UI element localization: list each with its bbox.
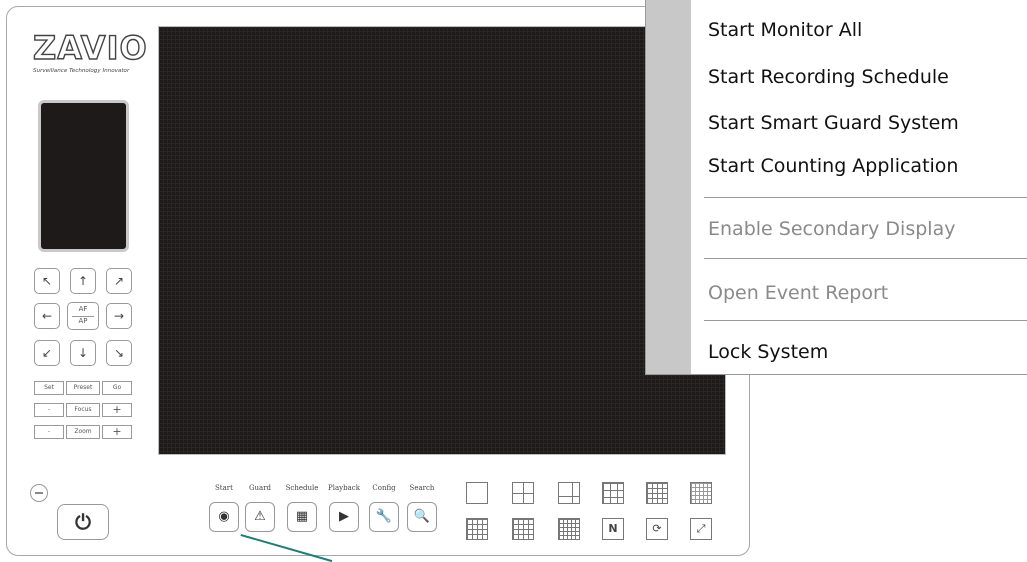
start-button[interactable]: ◉: [209, 502, 239, 532]
menu-icon-strip: [646, 0, 691, 374]
preset-go-button[interactable]: Go: [102, 381, 132, 395]
play-icon: ▶: [339, 509, 349, 524]
menu-item-enable-secondary-display: Enable Secondary Display: [708, 218, 956, 240]
focus-minus-button[interactable]: -: [34, 403, 64, 417]
af-label: AF: [78, 305, 88, 313]
schedule-label: Schedule: [285, 484, 319, 492]
playback-label: Playback: [328, 484, 360, 492]
wrench-icon: 🔧: [375, 509, 393, 524]
start-context-menu: Start Monitor All Start Recording Schedu…: [645, 0, 1027, 375]
layout-9-button[interactable]: [602, 482, 624, 504]
menu-separator: [704, 197, 1027, 198]
ptz-up-button[interactable]: ↑: [70, 268, 96, 294]
schedule-icon: ▦: [295, 509, 309, 524]
fullscreen-icon: ⤢: [696, 522, 706, 535]
menu-item-start-counting-application[interactable]: Start Counting Application: [708, 155, 958, 177]
power-icon: ⏻: [75, 510, 91, 534]
start-label: Start: [215, 484, 233, 492]
layout-8-button[interactable]: [466, 518, 488, 540]
guard-label: Guard: [248, 484, 272, 492]
record-icon: ◉: [218, 509, 230, 524]
live-video-area[interactable]: [158, 26, 726, 455]
zoom-label: Zoom: [66, 425, 100, 439]
rotate-icon: ⟳: [652, 522, 662, 535]
rotate-button[interactable]: ⟳: [646, 518, 668, 540]
layout-6-button[interactable]: [558, 482, 580, 504]
guard-button[interactable]: ⚠: [245, 502, 275, 532]
layout-4-button[interactable]: [512, 482, 534, 504]
playback-button[interactable]: ▶: [329, 502, 359, 532]
config-label: Config: [372, 484, 396, 492]
schedule-button[interactable]: ▦: [287, 502, 317, 532]
focus-plus-button[interactable]: +: [102, 403, 132, 417]
layout-10-button[interactable]: [512, 518, 534, 540]
menu-item-start-monitor-all[interactable]: Start Monitor All: [708, 19, 862, 41]
ptz-right-button[interactable]: →: [106, 303, 132, 329]
ptz-up-right-button[interactable]: ↗: [106, 268, 132, 294]
power-button[interactable]: ⏻: [57, 504, 109, 540]
fullscreen-button[interactable]: ⤢: [690, 518, 712, 540]
camera-preview-screen: [38, 100, 129, 252]
af-ap-divider: [72, 316, 94, 317]
warning-icon: ⚠: [254, 509, 266, 524]
layout-16-button[interactable]: [690, 482, 712, 504]
menu-item-lock-system[interactable]: Lock System: [708, 341, 828, 363]
search-icon: 🔍: [413, 509, 431, 524]
menu-item-start-recording-schedule[interactable]: Start Recording Schedule: [708, 66, 949, 88]
search-button[interactable]: 🔍: [407, 502, 437, 532]
menu-item-start-smart-guard-system[interactable]: Start Smart Guard System: [708, 112, 959, 134]
focus-label: Focus: [66, 403, 100, 417]
zoom-plus-button[interactable]: +: [102, 425, 132, 439]
layout-25-button[interactable]: [558, 518, 580, 540]
ptz-up-left-button[interactable]: ↖: [34, 268, 60, 294]
ptz-down-button[interactable]: ↓: [70, 340, 96, 366]
ptz-down-right-button[interactable]: ↘: [106, 340, 132, 366]
layout-1-button[interactable]: [466, 482, 488, 504]
layout-13-button[interactable]: [646, 482, 668, 504]
minimize-button[interactable]: [30, 484, 48, 502]
zavio-logo: ZAVIO: [32, 29, 148, 67]
sequence-button[interactable]: N: [602, 518, 624, 540]
ptz-left-button[interactable]: ←: [34, 303, 60, 329]
zoom-minus-button[interactable]: -: [34, 425, 64, 439]
sequence-icon: N: [608, 522, 618, 535]
menu-item-open-event-report: Open Event Report: [708, 282, 889, 304]
preset-set-button[interactable]: Set: [34, 381, 64, 395]
menu-separator: [704, 320, 1027, 321]
search-label: Search: [409, 484, 435, 492]
menu-separator: [704, 258, 1027, 259]
ptz-down-left-button[interactable]: ↙: [34, 340, 60, 366]
af-ap-button[interactable]: AF AP: [67, 302, 99, 330]
config-button[interactable]: 🔧: [369, 502, 399, 532]
brand-tagline: Surveillance Technology Innovator: [33, 68, 130, 74]
preset-select-button[interactable]: Preset: [66, 381, 100, 395]
